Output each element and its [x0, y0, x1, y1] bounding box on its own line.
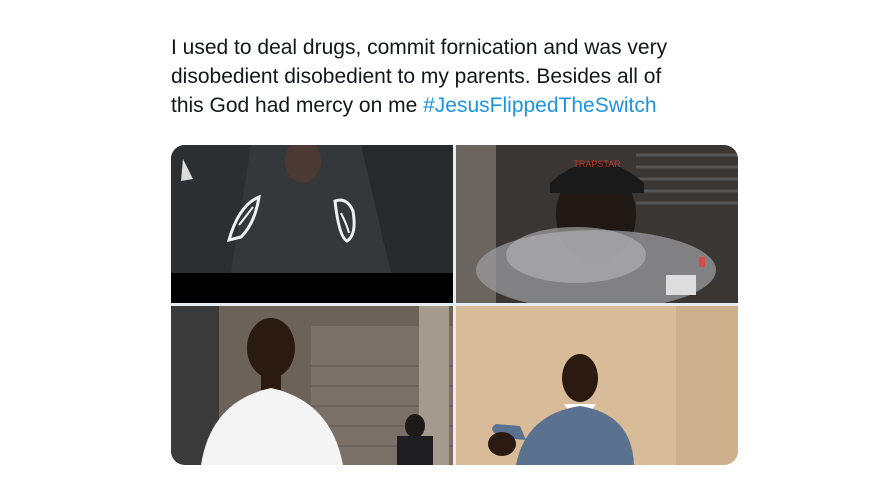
cap-text: TRAPSTAR	[573, 159, 621, 169]
tweet-text-line-2: disobedient disobedient to my parents. B…	[171, 65, 662, 88]
tweet-text-line-3-prefix: this God had mercy on me	[171, 94, 424, 117]
tweet-text: I used to deal drugs, commit fornication…	[171, 33, 771, 120]
media-grid: TRAPSTAR	[171, 145, 738, 465]
photo-pointing[interactable]	[456, 306, 738, 465]
photo-street[interactable]	[171, 306, 453, 465]
tweet-text-line-3: this God had mercy on me #JesusFlippedTh…	[171, 91, 771, 120]
photo-street-image	[171, 306, 453, 465]
photo-sneakers[interactable]	[171, 145, 453, 303]
photo-sneakers-image	[171, 145, 453, 303]
tweet-text-line-1: I used to deal drugs, commit fornication…	[171, 36, 668, 59]
photo-smoke-image: TRAPSTAR	[456, 145, 738, 303]
photo-smoke[interactable]: TRAPSTAR	[456, 145, 738, 303]
photo-pointing-image	[456, 306, 738, 465]
hashtag-link[interactable]: #JesusFlippedTheSwitch	[423, 94, 656, 117]
